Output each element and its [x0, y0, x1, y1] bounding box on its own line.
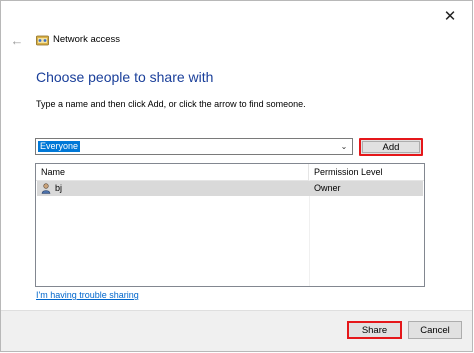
- name-combobox[interactable]: Everyone ⌄: [35, 138, 353, 155]
- row-name-cell: bj: [41, 181, 62, 196]
- row-name-text: bj: [55, 183, 63, 193]
- network-share-icon: [36, 35, 49, 46]
- column-header-name[interactable]: Name: [36, 164, 309, 180]
- back-arrow-icon: ←: [10, 32, 24, 48]
- add-button[interactable]: Add: [359, 138, 423, 156]
- back-button[interactable]: ←: [9, 32, 25, 48]
- window-title: Network access: [53, 34, 121, 45]
- combobox-value[interactable]: Everyone: [38, 141, 81, 152]
- table-header: Name Permission Level: [36, 164, 424, 181]
- instruction-text: Type a name and then click Add, or click…: [36, 99, 306, 109]
- dialog-footer: Share Cancel: [1, 310, 472, 351]
- user-icon: [41, 183, 51, 194]
- table-row[interactable]: bj Owner: [37, 181, 423, 196]
- close-icon: ✕: [443, 8, 457, 25]
- add-button-focus-frame: [362, 141, 420, 153]
- sharing-table: Name Permission Level bj Owner: [35, 163, 425, 287]
- trouble-sharing-link[interactable]: I'm having trouble sharing: [36, 290, 139, 300]
- page-heading: Choose people to share with: [36, 69, 214, 85]
- share-button[interactable]: Share: [347, 321, 402, 339]
- close-button[interactable]: ✕: [428, 1, 472, 31]
- cancel-button[interactable]: Cancel: [408, 321, 462, 339]
- row-permission-cell[interactable]: Owner: [313, 181, 341, 196]
- network-access-window: ✕ ← Network access Choose people to shar…: [0, 0, 473, 352]
- chevron-down-icon[interactable]: ⌄: [338, 140, 350, 153]
- column-header-permission[interactable]: Permission Level: [309, 164, 424, 180]
